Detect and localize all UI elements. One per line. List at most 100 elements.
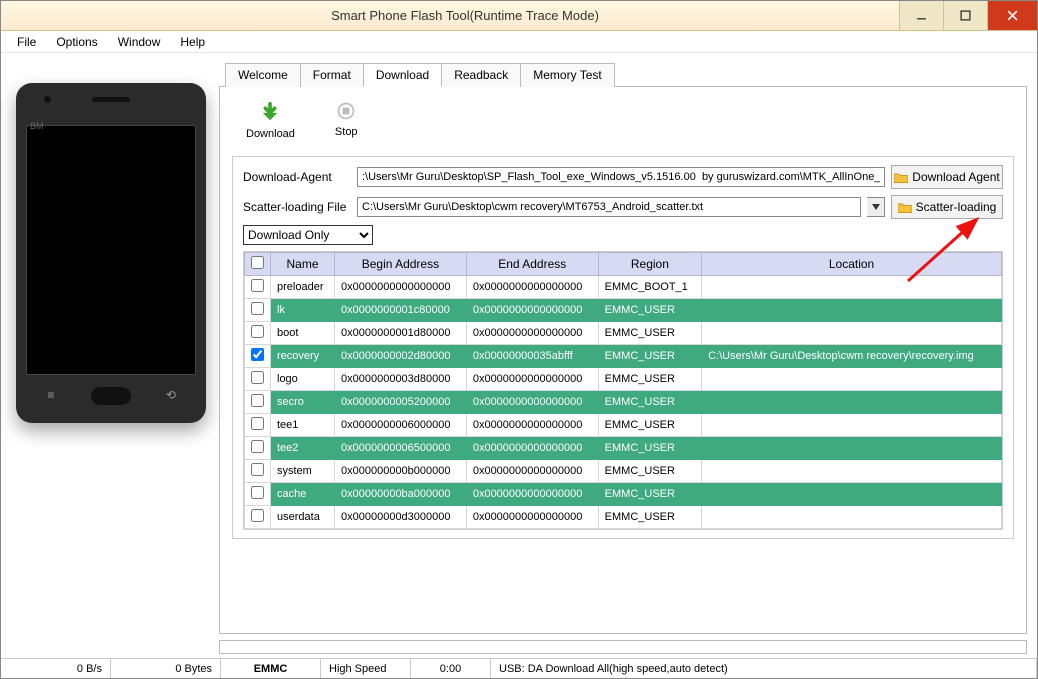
cell-end: 0x0000000000000000	[466, 299, 598, 322]
cell-begin: 0x00000000d3000000	[335, 506, 467, 529]
cell-name: lk	[271, 299, 335, 322]
scatter-field[interactable]	[357, 197, 861, 217]
download-button[interactable]: Download	[246, 101, 295, 140]
cell-end: 0x0000000000000000	[466, 506, 598, 529]
table-row[interactable]: lk0x0000000001c800000x0000000000000000EM…	[245, 299, 1002, 322]
cell-location	[702, 391, 1002, 414]
menu-window[interactable]: Window	[108, 33, 171, 51]
statusbar: 0 B/s 0 Bytes EMMC High Speed 0:00 USB: …	[1, 658, 1037, 678]
row-checkbox[interactable]	[251, 394, 264, 407]
menu-help[interactable]: Help	[170, 33, 215, 51]
table-row[interactable]: preloader0x00000000000000000x00000000000…	[245, 276, 1002, 299]
row-checkbox[interactable]	[251, 279, 264, 292]
cell-begin: 0x0000000005200000	[335, 391, 467, 414]
row-checkbox[interactable]	[251, 371, 264, 384]
menu-options[interactable]: Options	[46, 33, 107, 51]
cell-region: EMMC_USER	[598, 322, 701, 345]
scatter-label: Scatter-loading File	[243, 200, 351, 214]
cell-region: EMMC_USER	[598, 437, 701, 460]
table-row[interactable]: recovery0x0000000002d800000x00000000035a…	[245, 345, 1002, 368]
status-bytes: 0 Bytes	[111, 659, 221, 678]
col-end[interactable]: End Address	[466, 253, 598, 276]
table-row[interactable]: cache0x00000000ba0000000x000000000000000…	[245, 483, 1002, 506]
cell-begin: 0x0000000002d80000	[335, 345, 467, 368]
row-checkbox[interactable]	[251, 417, 264, 430]
cell-location	[702, 483, 1002, 506]
row-checkbox[interactable]	[251, 486, 264, 499]
cell-begin: 0x0000000003d80000	[335, 368, 467, 391]
phone-menu-icon: ≡	[38, 387, 64, 403]
status-usb: USB: DA Download All(high speed,auto det…	[491, 659, 1037, 678]
stop-label: Stop	[335, 126, 358, 138]
row-checkbox[interactable]	[251, 440, 264, 453]
download-mode-select[interactable]: Download Only	[243, 225, 373, 245]
download-agent-button[interactable]: Download Agent	[891, 165, 1003, 189]
table-row[interactable]: secro0x00000000052000000x000000000000000…	[245, 391, 1002, 414]
table-row[interactable]: tee20x00000000065000000x0000000000000000…	[245, 437, 1002, 460]
stop-icon	[336, 101, 356, 124]
tab-body: Download Stop Download-Agent Download Ag…	[219, 86, 1027, 634]
minimize-button[interactable]	[899, 1, 943, 30]
row-checkbox[interactable]	[251, 302, 264, 315]
cell-name: system	[271, 460, 335, 483]
col-begin[interactable]: Begin Address	[335, 253, 467, 276]
cell-region: EMMC_USER	[598, 391, 701, 414]
table-row[interactable]: userdata0x00000000d30000000x000000000000…	[245, 506, 1002, 529]
cell-name: recovery	[271, 345, 335, 368]
tab-readback[interactable]: Readback	[441, 63, 521, 87]
tab-memory-test[interactable]: Memory Test	[520, 63, 614, 87]
row-checkbox[interactable]	[251, 348, 264, 361]
row-checkbox[interactable]	[251, 509, 264, 522]
cell-begin: 0x000000000b000000	[335, 460, 467, 483]
download-arrow-icon	[259, 101, 281, 126]
folder-icon	[898, 202, 912, 213]
cell-begin: 0x00000000ba000000	[335, 483, 467, 506]
cell-begin: 0x0000000006500000	[335, 437, 467, 460]
cell-name: tee1	[271, 414, 335, 437]
phone-back-icon: ⟲	[158, 387, 184, 403]
row-checkbox[interactable]	[251, 325, 264, 338]
download-agent-field[interactable]	[357, 167, 885, 187]
maximize-button[interactable]	[943, 1, 987, 30]
col-location[interactable]: Location	[702, 253, 1002, 276]
row-checkbox[interactable]	[251, 463, 264, 476]
window-title: Smart Phone Flash Tool(Runtime Trace Mod…	[31, 8, 899, 23]
cell-region: EMMC_USER	[598, 460, 701, 483]
scatter-dropdown-arrow[interactable]	[867, 197, 885, 217]
cell-region: EMMC_USER	[598, 414, 701, 437]
cell-end: 0x0000000000000000	[466, 322, 598, 345]
tab-welcome[interactable]: Welcome	[225, 63, 301, 87]
cell-location: C:\Users\Mr Guru\Desktop\cwm recovery\re…	[702, 345, 1002, 368]
cell-location	[702, 299, 1002, 322]
partition-table: Name Begin Address End Address Region Lo…	[243, 251, 1003, 530]
cell-name: boot	[271, 322, 335, 345]
status-storage: EMMC	[221, 659, 321, 678]
download-label: Download	[246, 128, 295, 140]
select-all-checkbox[interactable]	[251, 256, 264, 269]
table-row[interactable]: boot0x0000000001d800000x0000000000000000…	[245, 322, 1002, 345]
folder-icon	[894, 172, 908, 183]
close-button[interactable]	[987, 1, 1037, 30]
cell-location	[702, 460, 1002, 483]
table-row[interactable]: logo0x0000000003d800000x0000000000000000…	[245, 368, 1002, 391]
menu-file[interactable]: File	[7, 33, 46, 51]
cell-begin: 0x0000000001d80000	[335, 322, 467, 345]
table-row[interactable]: system0x000000000b0000000x00000000000000…	[245, 460, 1002, 483]
scatter-button-label: Scatter-loading	[916, 200, 997, 214]
col-region[interactable]: Region	[598, 253, 701, 276]
col-name[interactable]: Name	[271, 253, 335, 276]
cell-location	[702, 276, 1002, 299]
cell-name: secro	[271, 391, 335, 414]
scatter-loading-button[interactable]: Scatter-loading	[891, 195, 1003, 219]
tab-download[interactable]: Download	[363, 63, 442, 87]
table-row[interactable]: tee10x00000000060000000x0000000000000000…	[245, 414, 1002, 437]
phone-screen	[26, 125, 196, 375]
download-agent-button-label: Download Agent	[912, 170, 999, 184]
cell-end: 0x0000000000000000	[466, 391, 598, 414]
cell-region: EMMC_USER	[598, 506, 701, 529]
tab-format[interactable]: Format	[300, 63, 364, 87]
cell-name: preloader	[271, 276, 335, 299]
phone-camera-icon	[44, 96, 51, 103]
stop-button[interactable]: Stop	[335, 101, 358, 140]
cell-begin: 0x0000000001c80000	[335, 299, 467, 322]
